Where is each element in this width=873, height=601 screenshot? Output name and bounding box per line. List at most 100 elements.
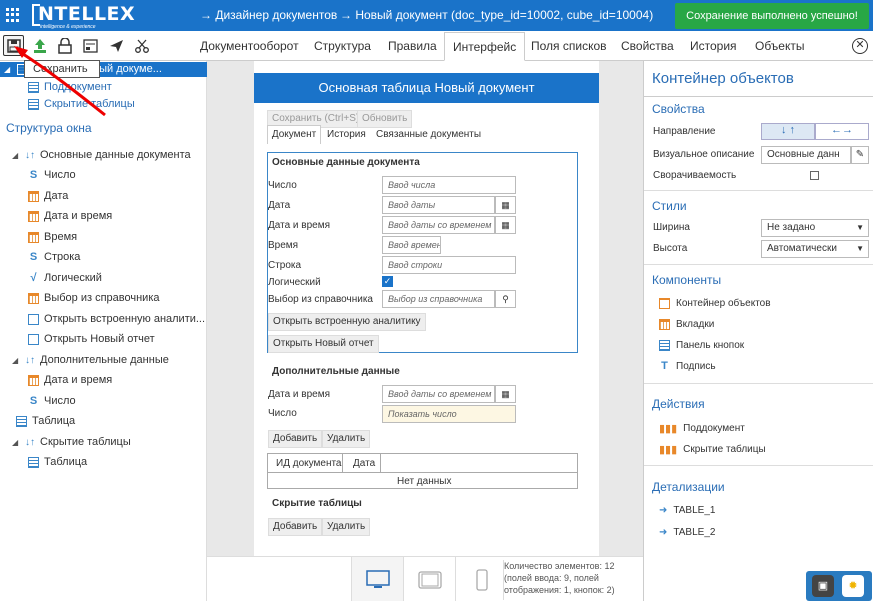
tab-objects[interactable]: Объекты <box>755 39 805 53</box>
tablet-device-button[interactable] <box>403 557 455 601</box>
design-canvas: Основная таблица Новый документ Сохранит… <box>207 61 643 601</box>
search-icon[interactable]: ⚲ <box>495 290 516 308</box>
component-label[interactable]: T Подпись <box>659 361 715 373</box>
tree-item-number[interactable]: S Число <box>28 169 76 181</box>
phone-device-button[interactable] <box>455 557 507 601</box>
height-label: Высота <box>653 243 688 254</box>
tab-workflow[interactable]: Документооборот <box>200 39 299 53</box>
chart-icon: ▮▮▮ <box>659 444 678 456</box>
detail-table-1[interactable]: ➜ TABLE_1 <box>659 505 715 516</box>
phone-icon <box>475 568 488 591</box>
tree-item-string[interactable]: S Строка <box>28 251 81 263</box>
tree-item-time[interactable]: Время <box>28 231 77 243</box>
tab-rules[interactable]: Правила <box>388 39 437 53</box>
preview-tab-document[interactable]: Документ <box>267 125 321 144</box>
breadcrumb-designer[interactable]: → Дизайнер документов <box>200 8 337 22</box>
group-hide-table-title: Скрытие таблицы <box>272 498 362 509</box>
action-hide-table[interactable]: ▮▮▮ Скрытие таблицы <box>659 443 766 456</box>
date-input[interactable]: Ввод даты <box>382 196 495 214</box>
lightbulb-icon[interactable]: ✹ <box>842 575 864 597</box>
help-widget[interactable]: ▣ ✹ <box>806 571 872 601</box>
tab-list-fields[interactable]: Поля списков <box>531 39 607 53</box>
height-select[interactable]: Автоматически ▼ <box>761 240 869 258</box>
group-additional-title: Дополнительные данные <box>272 366 400 377</box>
direction-horizontal-button[interactable]: ←→ <box>815 123 869 140</box>
tree-item-analytics[interactable]: Открыть встроенную аналити... <box>28 313 205 325</box>
tree-item-table[interactable]: Таблица <box>16 415 75 427</box>
component-button-panel[interactable]: Панель кнопок <box>659 340 744 351</box>
close-icon[interactable]: ✕ <box>852 38 868 54</box>
tab-history[interactable]: История <box>690 39 737 53</box>
detail-heading: Детализации <box>652 480 725 494</box>
direction-vertical-button[interactable]: ↓ ↑ <box>761 123 815 140</box>
column-date[interactable]: Дата <box>353 458 375 469</box>
boolean-checkbox[interactable]: ✓ <box>382 276 393 287</box>
tab-properties[interactable]: Свойства <box>621 39 674 53</box>
desktop-device-button[interactable] <box>351 557 403 601</box>
collapsible-checkbox[interactable] <box>810 171 819 180</box>
open-analytics-button[interactable]: Открыть встроенную аналитику <box>268 313 426 331</box>
tab-structure[interactable]: Структура <box>314 39 371 53</box>
open-report-button[interactable]: Открыть Новый отчет <box>268 335 379 353</box>
tab-interface[interactable]: Интерфейс <box>444 32 526 61</box>
preview-refresh-button[interactable]: Обновить <box>357 110 413 128</box>
table-empty-text: Нет данных <box>397 476 452 487</box>
success-toast: Сохранение выполнено успешно! <box>675 3 869 29</box>
label-add-datetime: Дата и время <box>268 389 331 400</box>
tree-item-datetime[interactable]: Дата и время <box>28 210 112 222</box>
cut-button[interactable] <box>131 35 152 56</box>
label-date: Дата <box>268 200 291 211</box>
add-number-display[interactable]: Показать число <box>382 405 516 423</box>
button-panel-icon <box>659 340 670 351</box>
label-lookup: Выбор из справочника <box>268 294 373 305</box>
tree-group-additional[interactable]: ◢ ↓↑ Дополнительные данные <box>12 354 169 366</box>
group-main-title: Основные данные документа <box>272 157 420 168</box>
tree-item-report[interactable]: Открыть Новый отчет <box>28 333 155 345</box>
action-subdocument[interactable]: ▮▮▮ Поддокумент <box>659 422 745 435</box>
top-bar: NTELLEX intelligence & experience → Диза… <box>0 0 873 31</box>
width-select[interactable]: Не задано ▼ <box>761 219 869 237</box>
component-tabs[interactable]: Вкладки <box>659 319 714 330</box>
tree-item-table-2[interactable]: Таблица <box>28 456 87 468</box>
string-input[interactable]: Ввод строки <box>382 256 516 274</box>
delete-row-button-2[interactable]: Удалить <box>322 518 371 536</box>
tree-item-boolean[interactable]: √ Логический <box>28 272 101 284</box>
datetime-input[interactable]: Ввод даты со временем <box>382 216 495 234</box>
collapsible-label: Сворачиваемость <box>653 170 737 181</box>
edit-pencil-icon[interactable]: ✎ <box>851 146 869 164</box>
number-input[interactable]: Ввод числа <box>382 176 516 194</box>
column-doc-id[interactable]: ИД документа <box>276 458 342 469</box>
label-datetime: Дата и время <box>268 220 331 231</box>
preview-tab-linked[interactable]: Связанные документы <box>376 129 481 140</box>
visual-description-label: Визуальное описание <box>653 149 755 160</box>
add-row-button-2[interactable]: Добавить <box>268 518 323 536</box>
tree-item-add-datetime[interactable]: Дата и время <box>28 374 112 386</box>
calendar-icon[interactable]: ▦ <box>495 216 516 234</box>
calendar-icon[interactable]: ▦ <box>495 196 516 214</box>
add-datetime-input[interactable]: Ввод даты со временем <box>382 385 495 403</box>
detail-table-2[interactable]: ➜ TABLE_2 <box>659 527 715 538</box>
time-input[interactable]: Ввод времени <box>382 236 441 254</box>
add-row-button[interactable]: Добавить <box>268 430 323 448</box>
tree-item-lookup[interactable]: Выбор из справочника <box>28 292 160 304</box>
right-panel: Контейнер объектов Свойства Направление … <box>643 61 873 601</box>
tree-item-date[interactable]: Дата <box>28 190 68 202</box>
chart-icon: ▮▮▮ <box>659 423 678 435</box>
document-preview: Основная таблица Новый документ Сохранит… <box>254 61 599 556</box>
label-number: Число <box>268 180 297 191</box>
annotation-arrow <box>14 46 106 117</box>
lookup-input[interactable]: Выбор из справочника <box>382 290 495 308</box>
chat-icon[interactable]: ▣ <box>812 575 834 597</box>
tree-group-hide-table[interactable]: ◢ ↓↑ Скрытие таблицы <box>12 436 131 448</box>
monitor-icon <box>365 569 390 588</box>
link-arrow-icon: ➜ <box>659 505 668 516</box>
component-container[interactable]: Контейнер объектов <box>659 298 771 309</box>
tree-item-add-number[interactable]: S Число <box>28 395 76 407</box>
visual-description-input[interactable]: Основные данн <box>761 146 851 164</box>
preview-device-bar: Количество элементов: 12 (полей ввода: 9… <box>207 556 643 601</box>
delete-row-button[interactable]: Удалить <box>322 430 371 448</box>
tree-group-main[interactable]: ◢ ↓↑ Основные данные документа <box>12 149 191 161</box>
calendar-icon[interactable]: ▦ <box>495 385 516 403</box>
preview-tab-history[interactable]: История <box>327 129 366 140</box>
left-panel: ◢Таблица Новый докуме... Поддокумент Скр… <box>0 61 207 601</box>
